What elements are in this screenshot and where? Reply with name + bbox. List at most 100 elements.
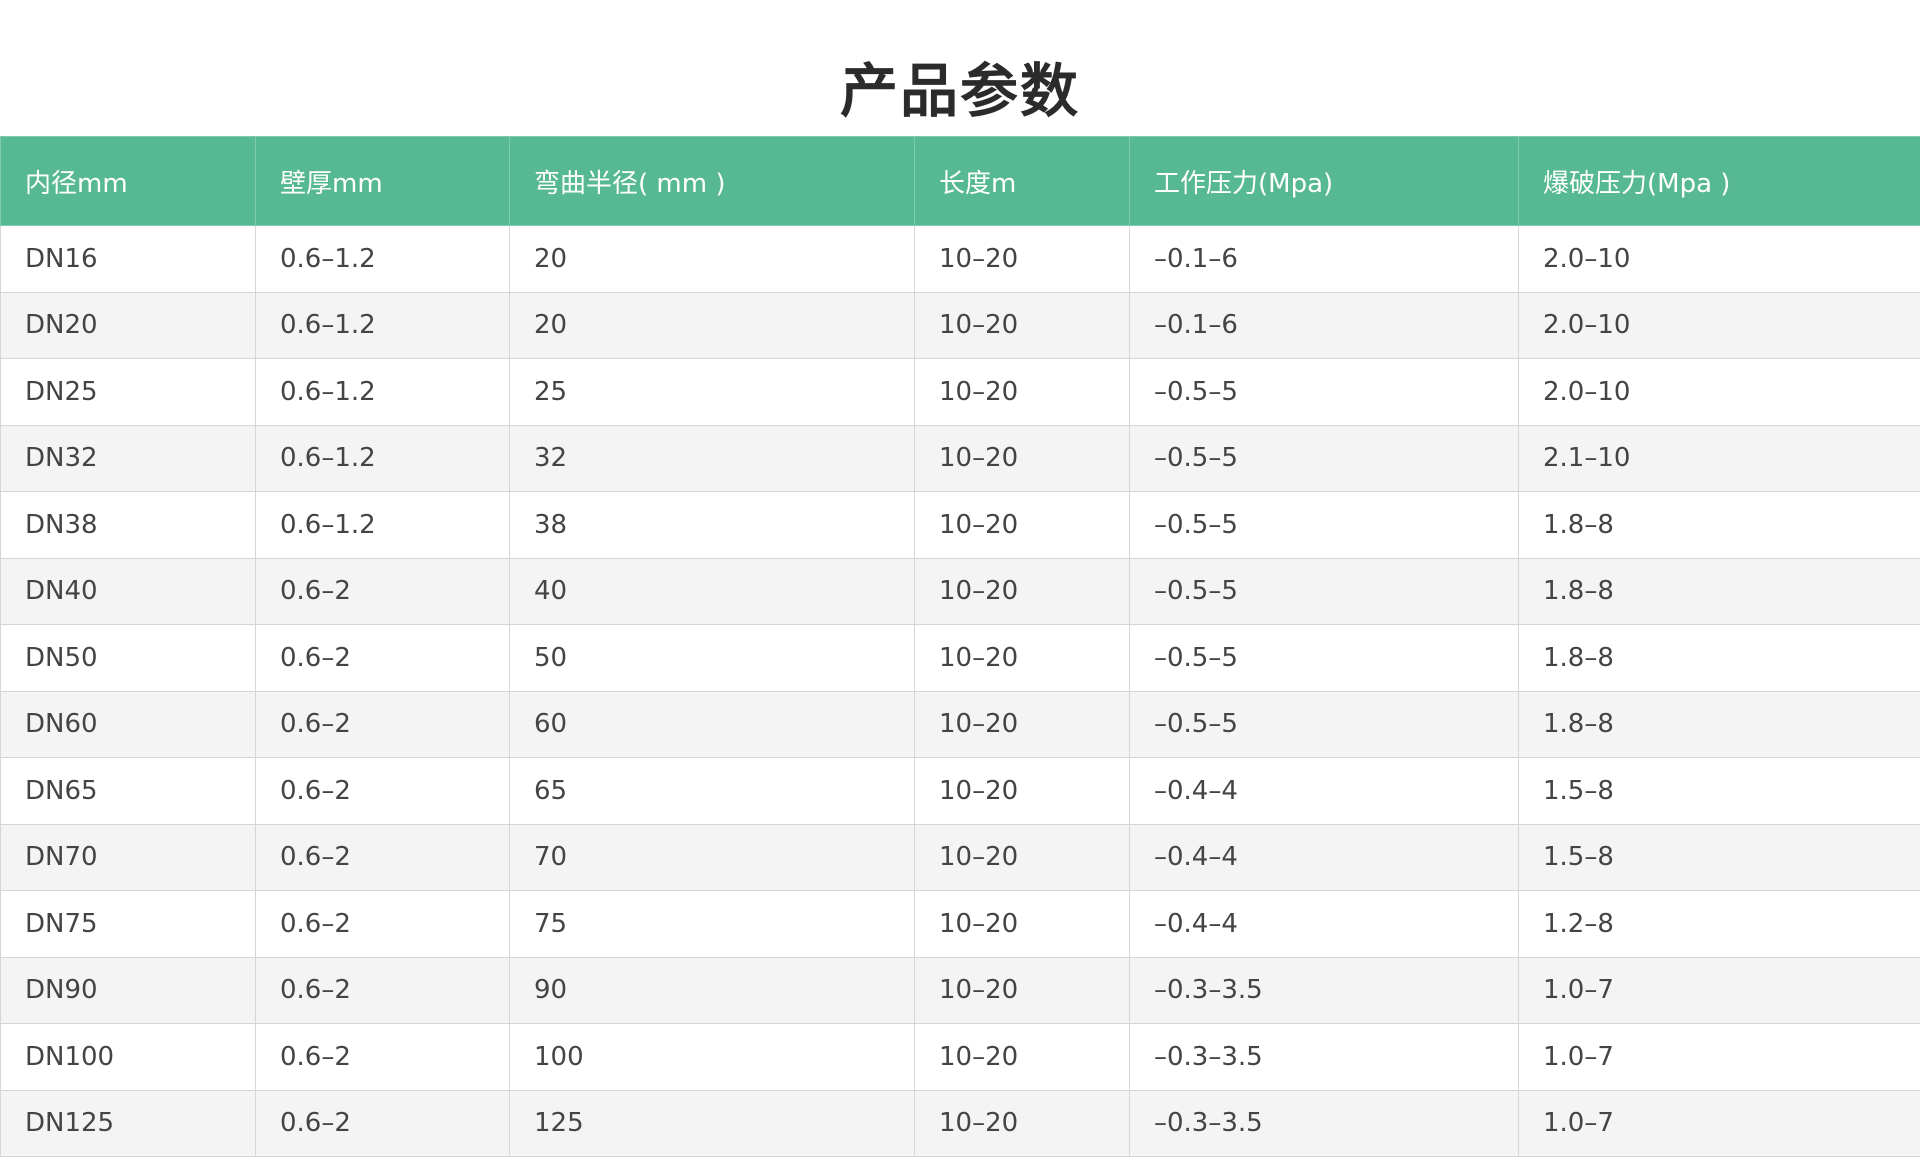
wall-thickness-cell: 0.6–2	[255, 557, 510, 625]
wall-thickness-cell: 0.6–1.2	[255, 491, 510, 559]
table-row: DN100 0.6–2 100 10–20 –0.3–3.5 1.0–7	[0, 1023, 1920, 1091]
length-cell: 10–20	[914, 358, 1130, 426]
working-pressure-cell: –0.1–6	[1129, 291, 1519, 359]
table-header: 内径mm 壁厚mm 弯曲半径( mm ) 长度m 工作压力(Mpa) 爆破压力(…	[0, 136, 1920, 226]
wall-thickness-cell: 0.6–2	[255, 757, 510, 825]
inner-diameter-cell: DN125	[0, 1089, 256, 1157]
wall-thickness-cell: 0.6–2	[255, 624, 510, 692]
inner-diameter-cell: DN65	[0, 757, 256, 825]
wall-thickness-cell: 0.6–2	[255, 1089, 510, 1157]
wall-thickness-cell: 0.6–2	[255, 823, 510, 891]
length-cell: 10–20	[914, 690, 1130, 758]
wall-thickness-cell: 0.6–1.2	[255, 358, 510, 426]
burst-pressure-cell: 1.5–8	[1518, 823, 1920, 891]
length-cell: 10–20	[914, 491, 1130, 559]
header-inner-diameter: 内径mm	[0, 136, 256, 226]
wall-thickness-cell: 0.6–2	[255, 890, 510, 958]
inner-diameter-cell: DN60	[0, 690, 256, 758]
table-row: DN38 0.6–1.2 38 10–20 –0.5–5 1.8–8	[0, 491, 1920, 559]
working-pressure-cell: –0.5–5	[1129, 358, 1519, 426]
working-pressure-cell: –0.5–5	[1129, 424, 1519, 492]
header-burst-pressure: 爆破压力(Mpa )	[1518, 136, 1920, 226]
working-pressure-cell: –0.5–5	[1129, 557, 1519, 625]
bend-radius-cell: 32	[509, 424, 915, 492]
working-pressure-cell: –0.3–3.5	[1129, 1089, 1519, 1157]
inner-diameter-cell: DN70	[0, 823, 256, 891]
bend-radius-cell: 70	[509, 823, 915, 891]
bend-radius-cell: 65	[509, 757, 915, 825]
header-row: 内径mm 壁厚mm 弯曲半径( mm ) 长度m 工作压力(Mpa) 爆破压力(…	[0, 136, 1920, 226]
burst-pressure-cell: 1.0–7	[1518, 956, 1920, 1024]
table-row: DN90 0.6–2 90 10–20 –0.3–3.5 1.0–7	[0, 956, 1920, 1024]
product-params-table: 内径mm 壁厚mm 弯曲半径( mm ) 长度m 工作压力(Mpa) 爆破压力(…	[0, 136, 1920, 1157]
working-pressure-cell: –0.4–4	[1129, 757, 1519, 825]
bend-radius-cell: 60	[509, 690, 915, 758]
working-pressure-cell: –0.3–3.5	[1129, 956, 1519, 1024]
burst-pressure-cell: 1.8–8	[1518, 491, 1920, 559]
burst-pressure-cell: 1.8–8	[1518, 557, 1920, 625]
working-pressure-cell: –0.1–6	[1129, 225, 1519, 293]
bend-radius-cell: 75	[509, 890, 915, 958]
burst-pressure-cell: 2.0–10	[1518, 291, 1920, 359]
table-row: DN125 0.6–2 125 10–20 –0.3–3.5 1.0–7	[0, 1089, 1920, 1157]
wall-thickness-cell: 0.6–1.2	[255, 225, 510, 293]
header-working-pressure: 工作压力(Mpa)	[1129, 136, 1519, 226]
length-cell: 10–20	[914, 225, 1130, 293]
params-table-container: 内径mm 壁厚mm 弯曲半径( mm ) 长度m 工作压力(Mpa) 爆破压力(…	[0, 136, 1920, 1161]
burst-pressure-cell: 1.2–8	[1518, 890, 1920, 958]
inner-diameter-cell: DN40	[0, 557, 256, 625]
working-pressure-cell: –0.5–5	[1129, 624, 1519, 692]
bend-radius-cell: 38	[509, 491, 915, 559]
header-bend-radius: 弯曲半径( mm )	[509, 136, 915, 226]
page-title: 产品参数	[839, 56, 1080, 125]
table-row: DN70 0.6–2 70 10–20 –0.4–4 1.5–8	[0, 823, 1920, 891]
wall-thickness-cell: 0.6–2	[255, 956, 510, 1024]
working-pressure-cell: –0.3–3.5	[1129, 1023, 1519, 1091]
length-cell: 10–20	[914, 557, 1130, 625]
wall-thickness-cell: 0.6–1.2	[255, 424, 510, 492]
length-cell: 10–20	[914, 624, 1130, 692]
inner-diameter-cell: DN16	[0, 225, 256, 293]
inner-diameter-cell: DN20	[0, 291, 256, 359]
inner-diameter-cell: DN38	[0, 491, 256, 559]
burst-pressure-cell: 1.0–7	[1518, 1089, 1920, 1157]
table-row: DN75 0.6–2 75 10–20 –0.4–4 1.2–8	[0, 890, 1920, 958]
table-row: DN20 0.6–1.2 20 10–20 –0.1–6 2.0–10	[0, 291, 1920, 359]
burst-pressure-cell: 1.8–8	[1518, 690, 1920, 758]
burst-pressure-cell: 1.5–8	[1518, 757, 1920, 825]
burst-pressure-cell: 1.0–7	[1518, 1023, 1920, 1091]
inner-diameter-cell: DN75	[0, 890, 256, 958]
wall-thickness-cell: 0.6–2	[255, 690, 510, 758]
length-cell: 10–20	[914, 823, 1130, 891]
length-cell: 10–20	[914, 291, 1130, 359]
length-cell: 10–20	[914, 1089, 1130, 1157]
bend-radius-cell: 25	[509, 358, 915, 426]
bend-radius-cell: 100	[509, 1023, 915, 1091]
length-cell: 10–20	[914, 890, 1130, 958]
working-pressure-cell: –0.4–4	[1129, 823, 1519, 891]
wall-thickness-cell: 0.6–1.2	[255, 291, 510, 359]
inner-diameter-cell: DN32	[0, 424, 256, 492]
table-row: DN50 0.6–2 50 10–20 –0.5–5 1.8–8	[0, 624, 1920, 692]
burst-pressure-cell: 2.0–10	[1518, 358, 1920, 426]
bend-radius-cell: 20	[509, 225, 915, 293]
length-cell: 10–20	[914, 956, 1130, 1024]
bend-radius-cell: 90	[509, 956, 915, 1024]
working-pressure-cell: –0.5–5	[1129, 690, 1519, 758]
table-body: DN16 0.6–1.2 20 10–20 –0.1–6 2.0–10 DN20 0.6–1.…	[0, 225, 1920, 1157]
header-wall-thickness: 壁厚mm	[255, 136, 510, 226]
inner-diameter-cell: DN50	[0, 624, 256, 692]
bend-radius-cell: 50	[509, 624, 915, 692]
working-pressure-cell: –0.5–5	[1129, 491, 1519, 559]
burst-pressure-cell: 2.1–10	[1518, 424, 1920, 492]
bend-radius-cell: 20	[509, 291, 915, 359]
table-row: DN65 0.6–2 65 10–20 –0.4–4 1.5–8	[0, 757, 1920, 825]
length-cell: 10–20	[914, 1023, 1130, 1091]
wall-thickness-cell: 0.6–2	[255, 1023, 510, 1091]
table-row: DN32 0.6–1.2 32 10–20 –0.5–5 2.1–10	[0, 424, 1920, 492]
burst-pressure-cell: 1.8–8	[1518, 624, 1920, 692]
table-row: DN16 0.6–1.2 20 10–20 –0.1–6 2.0–10	[0, 225, 1920, 293]
length-cell: 10–20	[914, 424, 1130, 492]
bend-radius-cell: 40	[509, 557, 915, 625]
inner-diameter-cell: DN90	[0, 956, 256, 1024]
